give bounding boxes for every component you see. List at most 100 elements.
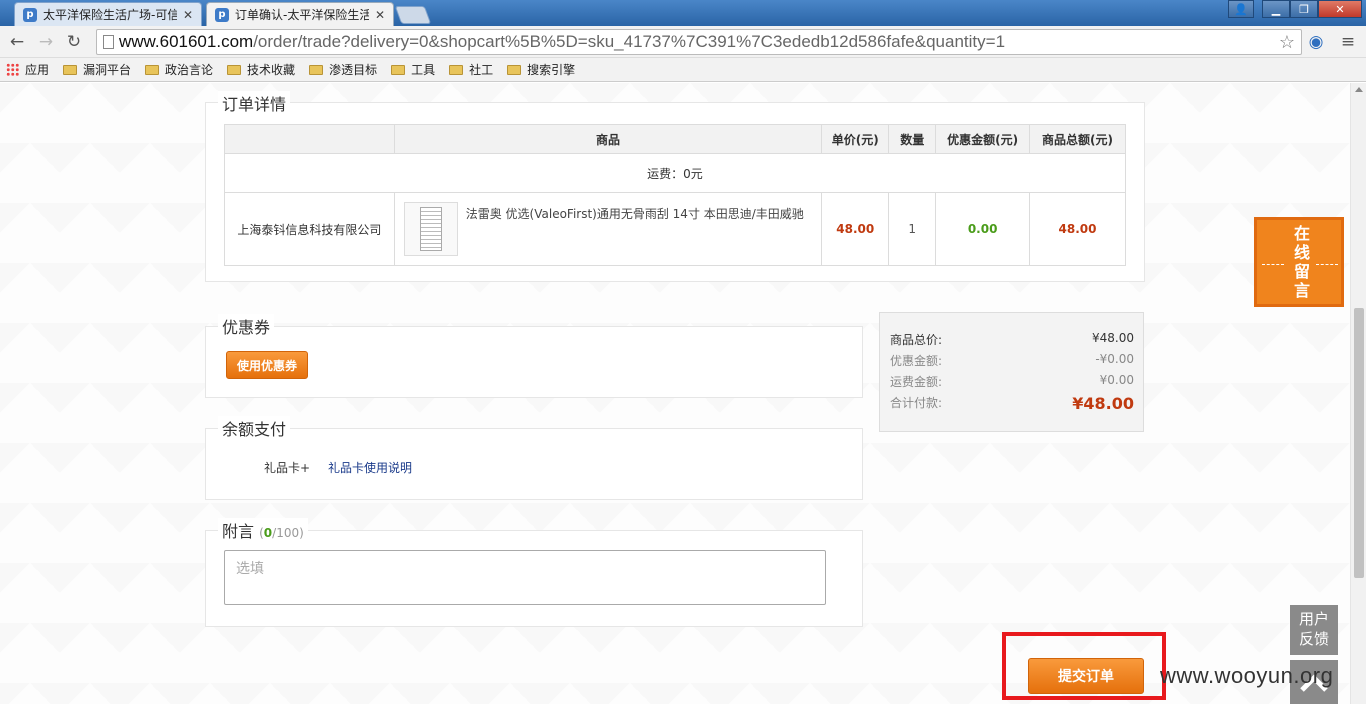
vertical-scrollbar[interactable]	[1350, 83, 1366, 704]
product-name[interactable]: 法雷奥 优选(ValeoFirst)通用无骨雨刮 14寸 本田思迪/丰田威驰	[466, 202, 804, 256]
product-thumbnail[interactable]	[403, 202, 458, 256]
divider	[1262, 264, 1284, 265]
scroll-thumb[interactable]	[1354, 308, 1364, 578]
giftcard-help-link[interactable]: 礼品卡使用说明	[328, 459, 412, 476]
column-header-seller	[224, 124, 395, 154]
bookmark-folder[interactable]: 工具	[391, 61, 435, 78]
new-tab-button[interactable]	[394, 6, 432, 24]
table-header-row: 商品 单价(元) 数量 优惠金额(元) 商品总额(元)	[224, 124, 1126, 154]
folder-icon	[507, 64, 522, 75]
summary-goods-label: 商品总价:	[890, 333, 943, 347]
bookmark-folder[interactable]: 政治言论	[145, 61, 213, 78]
online-message-label: 在 线 留 言	[1289, 224, 1315, 300]
bookmark-label: 技术收藏	[247, 63, 296, 77]
online-message-char: 留	[1293, 262, 1310, 281]
bookmarks-bar: 应用 漏洞平台 政治言论 技术收藏 渗透目标 工具 社工 搜索引擎	[0, 58, 1366, 82]
column-header-quantity: 数量	[888, 124, 937, 154]
bookmark-folder[interactable]: 漏洞平台	[63, 61, 131, 78]
note-max: /100	[272, 526, 300, 540]
bookmark-label: 社工	[469, 63, 494, 77]
folder-icon	[63, 64, 78, 75]
menu-icon[interactable]: ≡	[1338, 32, 1358, 52]
summary-pay-value: ¥48.00	[1072, 394, 1134, 413]
quantity-value: 1	[888, 192, 937, 266]
bookmark-label: 搜索引擎	[527, 63, 576, 77]
bookmark-apps[interactable]: 应用	[6, 61, 49, 78]
shipping-fee: 运费：0元	[224, 153, 1126, 193]
use-coupon-button[interactable]: 使用优惠券	[226, 351, 308, 379]
summary-goods-row: 商品总价: ¥48.00	[890, 331, 1134, 348]
folder-icon	[145, 64, 160, 75]
bookmark-folder[interactable]: 渗透目标	[309, 61, 377, 78]
seller-name: 上海泰钭信息科技有限公司	[224, 192, 395, 266]
note-textarea[interactable]: 选填	[224, 550, 826, 605]
browser-toolbar: ← → ↻ www.601601.com/order/trade?deliver…	[0, 26, 1366, 58]
giftcard-toggle[interactable]: 礼品卡+	[264, 459, 310, 476]
summary-discount-value: -¥0.00	[1095, 352, 1134, 366]
highlight-box	[1002, 632, 1166, 700]
order-table: 商品 单价(元) 数量 优惠金额(元) 商品总额(元) 运费：0元 上海泰钭信息…	[224, 124, 1126, 266]
url-path: /order/trade?delivery=0&shopcart%5B%5D=s…	[253, 32, 1006, 51]
online-message-widget[interactable]: 在 线 留 言	[1254, 217, 1344, 307]
minimize-icon[interactable]: ▁	[1262, 0, 1290, 18]
extension-globe-icon[interactable]: ◉	[1306, 32, 1326, 52]
user-feedback-button[interactable]: 用户 反馈	[1290, 605, 1338, 655]
summary-pay-label: 合计付款:	[890, 396, 943, 410]
column-header-product: 商品	[393, 124, 823, 154]
coupon-title: 优惠券	[218, 314, 275, 338]
note-title-wrap: 附言 (0/100)	[218, 518, 308, 542]
scroll-up-icon[interactable]	[1355, 87, 1363, 92]
summary-pay-row: 合计付款: ¥48.00	[890, 394, 1134, 413]
folder-icon	[391, 64, 406, 75]
summary-discount-label: 优惠金额:	[890, 354, 943, 368]
reload-icon[interactable]: ↻	[64, 32, 84, 52]
browser-tab-bar: p 太平洋保险生活广场-可信 ✕ p 订单确认-太平洋保险生活 ✕ 👤 ▁ ❐ …	[0, 0, 1366, 26]
column-header-unit-price: 单价(元)	[821, 124, 890, 154]
summary-shipping-label: 运费金额:	[890, 375, 943, 389]
order-detail-title: 订单详情	[218, 91, 291, 115]
online-message-char: 线	[1293, 243, 1310, 262]
address-bar[interactable]: www.601601.com/order/trade?delivery=0&sh…	[96, 29, 1302, 55]
summary-goods-value: ¥48.00	[1092, 331, 1134, 345]
bookmark-folder[interactable]: 搜索引擎	[507, 61, 575, 78]
tab-title: 太平洋保险生活广场-可信	[43, 8, 177, 22]
bookmark-label: 渗透目标	[329, 63, 378, 77]
close-icon[interactable]: ✕	[183, 8, 193, 22]
feedback-label: 反馈	[1298, 630, 1329, 648]
close-icon[interactable]: ✕	[375, 8, 385, 22]
bookmark-star-icon[interactable]: ☆	[1279, 32, 1295, 53]
tab-insurance-mall[interactable]: p 太平洋保险生活广场-可信 ✕	[14, 2, 202, 26]
online-message-char: 在	[1293, 224, 1310, 243]
discount-amount: 0.00	[935, 192, 1031, 266]
summary-shipping-row: 运费金额: ¥0.00	[890, 373, 1134, 390]
note-title: 附言	[222, 522, 255, 541]
unit-price: 48.00	[821, 192, 890, 266]
divider	[1316, 264, 1338, 265]
balance-title: 余额支付	[218, 416, 291, 440]
bookmark-folder[interactable]: 技术收藏	[227, 61, 295, 78]
window-close-icon[interactable]: ✕	[1318, 0, 1362, 18]
summary-discount-row: 优惠金额: -¥0.00	[890, 352, 1134, 369]
back-arrow-icon[interactable]: ←	[7, 32, 27, 52]
shipping-row: 运费：0元	[224, 153, 1126, 193]
note-counter: (0/100)	[259, 526, 304, 540]
tab-order-confirm[interactable]: p 订单确认-太平洋保险生活 ✕	[206, 2, 394, 26]
apps-grid-icon	[6, 63, 19, 76]
bookmark-label: 漏洞平台	[83, 63, 132, 77]
user-icon[interactable]: 👤	[1228, 0, 1254, 18]
folder-icon	[227, 64, 242, 75]
column-header-discount: 优惠金额(元)	[935, 124, 1031, 154]
maximize-icon[interactable]: ❐	[1290, 0, 1318, 18]
watermark: www.wooyun.org	[1160, 663, 1334, 688]
order-summary: 商品总价: ¥48.00 优惠金额: -¥0.00 运费金额: ¥0.00 合计…	[879, 312, 1144, 432]
online-message-char: 言	[1293, 281, 1310, 300]
tab-title: 订单确认-太平洋保险生活	[235, 8, 369, 22]
bookmark-folder[interactable]: 社工	[449, 61, 493, 78]
forward-arrow-icon[interactable]: →	[36, 32, 56, 52]
site-favicon-icon: p	[23, 7, 37, 22]
feedback-label: 用户	[1298, 610, 1329, 628]
folder-icon	[449, 64, 464, 75]
bookmark-label: 工具	[411, 63, 436, 77]
product-total: 48.00	[1029, 192, 1126, 266]
product-cell: 法雷奥 优选(ValeoFirst)通用无骨雨刮 14寸 本田思迪/丰田威驰	[393, 192, 823, 266]
